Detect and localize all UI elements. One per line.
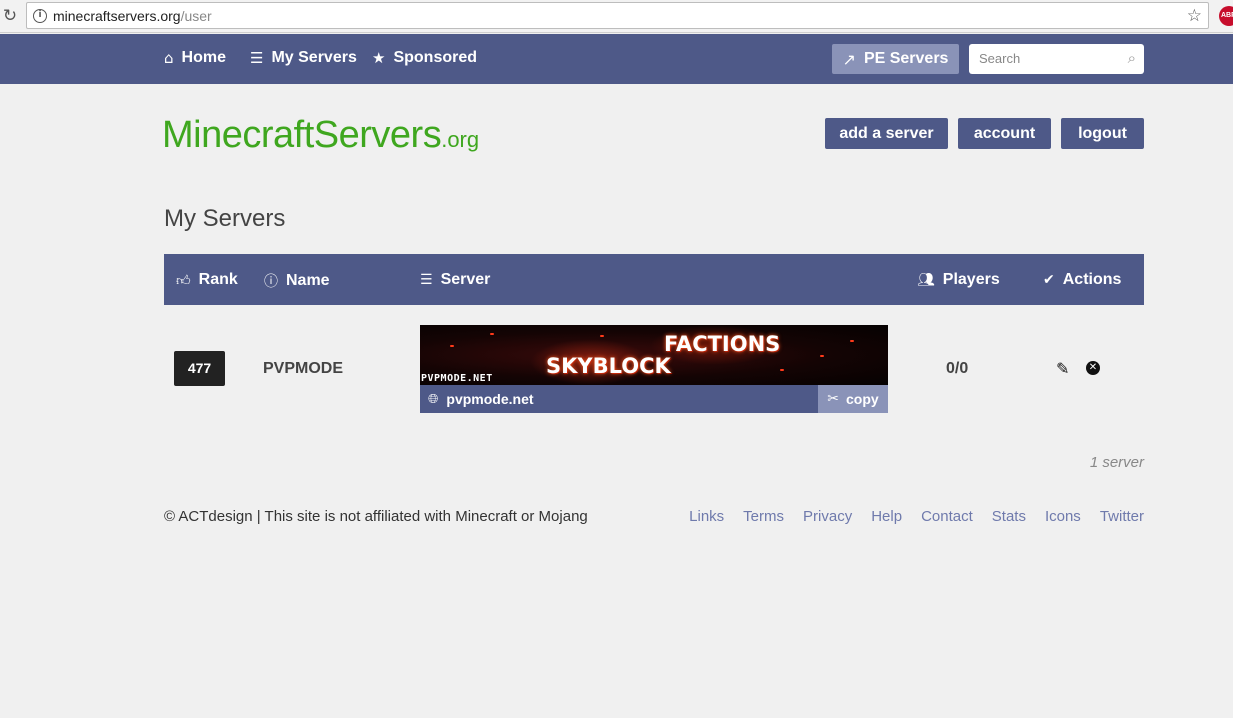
layers-icon: ☰ (250, 49, 264, 67)
layers-icon: ☰ (420, 272, 433, 288)
banner-ember (820, 355, 824, 357)
nav-home[interactable]: ⌂ Home (164, 49, 226, 67)
nav-home-label: Home (181, 49, 226, 66)
page-title: My Servers (164, 205, 286, 232)
banner-text-skyblock: SKYBLOCK (546, 354, 671, 378)
search-box: ⌕ (969, 44, 1144, 74)
footer-link-links[interactable]: Links (689, 508, 724, 525)
nav-my-servers-label: My Servers (271, 49, 357, 66)
banner-ember (780, 369, 784, 371)
footer-link-terms[interactable]: Terms (743, 508, 784, 525)
globe-icon: 🌐︎ (428, 391, 439, 407)
url-text[interactable]: minecraftservers.org/user (53, 8, 212, 24)
browser-toolbar: ↻ i minecraftservers.org/user ☆ ABP (0, 0, 1233, 33)
banner-text-factions: FACTIONS (664, 332, 781, 356)
url-path: /user (180, 8, 212, 24)
table-header: 👍︎ Rank ⓘ Name ☰ Server 👥︎ Players ✔ Act… (164, 254, 1144, 305)
scissors-icon: ✂ (827, 391, 840, 407)
banner-ember (490, 333, 494, 335)
pencil-icon[interactable]: ✎ (1056, 359, 1069, 378)
info-circle-icon: ⓘ (264, 274, 278, 290)
footer-link-contact[interactable]: Contact (921, 508, 973, 525)
site-logo[interactable]: MinecraftServers.org (162, 114, 479, 157)
header-name-label: Name (286, 272, 330, 289)
reload-icon[interactable]: ↻ (0, 6, 20, 26)
header-players-label: Players (942, 271, 1000, 288)
header-server: ☰ Server (420, 271, 490, 289)
share-icon: ↗ (842, 49, 856, 69)
pe-servers-label: PE Servers (863, 50, 949, 67)
rank-badge: 477 (174, 351, 225, 386)
account-button[interactable]: account (958, 118, 1051, 149)
banner-ember (850, 340, 854, 342)
copy-label: copy (846, 391, 879, 407)
nav-sponsored-label: Sponsored (393, 49, 478, 66)
server-name[interactable]: PVPMODE (263, 360, 343, 378)
info-icon[interactable]: i (33, 9, 47, 23)
checkmark-icon: ✔ (1043, 272, 1055, 288)
server-address-text: pvpmode.net (446, 391, 534, 407)
header-actions-label: Actions (1062, 271, 1122, 288)
banner-text-site: PVPMODE.NET (421, 373, 493, 384)
banner-ember (450, 345, 454, 347)
server-banner[interactable]: FACTIONS SKYBLOCK PVPMODE.NET (420, 325, 888, 385)
nav-sponsored[interactable]: ★ Sponsored (372, 49, 477, 67)
thumbs-up-icon: 👍︎ (176, 272, 191, 289)
copy-button[interactable]: ✂ copy (818, 385, 888, 413)
header-rank: 👍︎ Rank (176, 271, 238, 289)
add-server-button[interactable]: add a server (825, 118, 948, 149)
server-count: 1 server (1089, 454, 1144, 471)
close-icon[interactable]: ✕ (1086, 361, 1100, 375)
footer-link-twitter[interactable]: Twitter (1100, 508, 1144, 525)
logo-tld: .org (441, 127, 480, 152)
bookmark-star-icon[interactable]: ☆ (1187, 6, 1202, 26)
server-address[interactable]: 🌐︎ pvpmode.net (420, 385, 818, 413)
search-input[interactable] (979, 51, 1109, 66)
footer-link-icons[interactable]: Icons (1045, 508, 1081, 525)
players-count: 0/0 (946, 360, 969, 377)
search-icon[interactable]: ⌕ (1128, 49, 1136, 67)
url-host: minecraftservers.org (53, 8, 181, 24)
home-icon: ⌂ (164, 49, 174, 67)
header-name: ⓘ Name (264, 271, 330, 291)
header-players: 👥︎ Players (917, 271, 1000, 289)
header-actions: ✔ Actions (1043, 271, 1121, 289)
logout-button[interactable]: logout (1061, 118, 1144, 149)
address-bar[interactable]: i minecraftservers.org/user ☆ (26, 2, 1209, 29)
star-icon: ★ (372, 49, 386, 67)
pe-servers-button[interactable]: ↗ PE Servers (832, 44, 959, 74)
banner-ember (600, 335, 604, 337)
nav-my-servers[interactable]: ☰ My Servers (250, 49, 357, 67)
footer-link-help[interactable]: Help (871, 508, 902, 525)
adblock-icon[interactable]: ABP (1219, 6, 1233, 26)
header-rank-label: Rank (198, 271, 238, 288)
site-navbar: ⌂ Home ☰ My Servers ★ Sponsored ↗ PE Ser… (0, 34, 1233, 84)
footer-copyright: © ACTdesign | This site is not affiliate… (164, 508, 588, 525)
logo-main: MinecraftServers (162, 114, 442, 156)
header-server-label: Server (440, 271, 491, 288)
users-icon: 👥︎ (917, 272, 935, 288)
footer-links: Links Terms Privacy Help Contact Stats I… (689, 508, 1144, 525)
footer-link-stats[interactable]: Stats (992, 508, 1026, 525)
footer-link-privacy[interactable]: Privacy (803, 508, 852, 525)
